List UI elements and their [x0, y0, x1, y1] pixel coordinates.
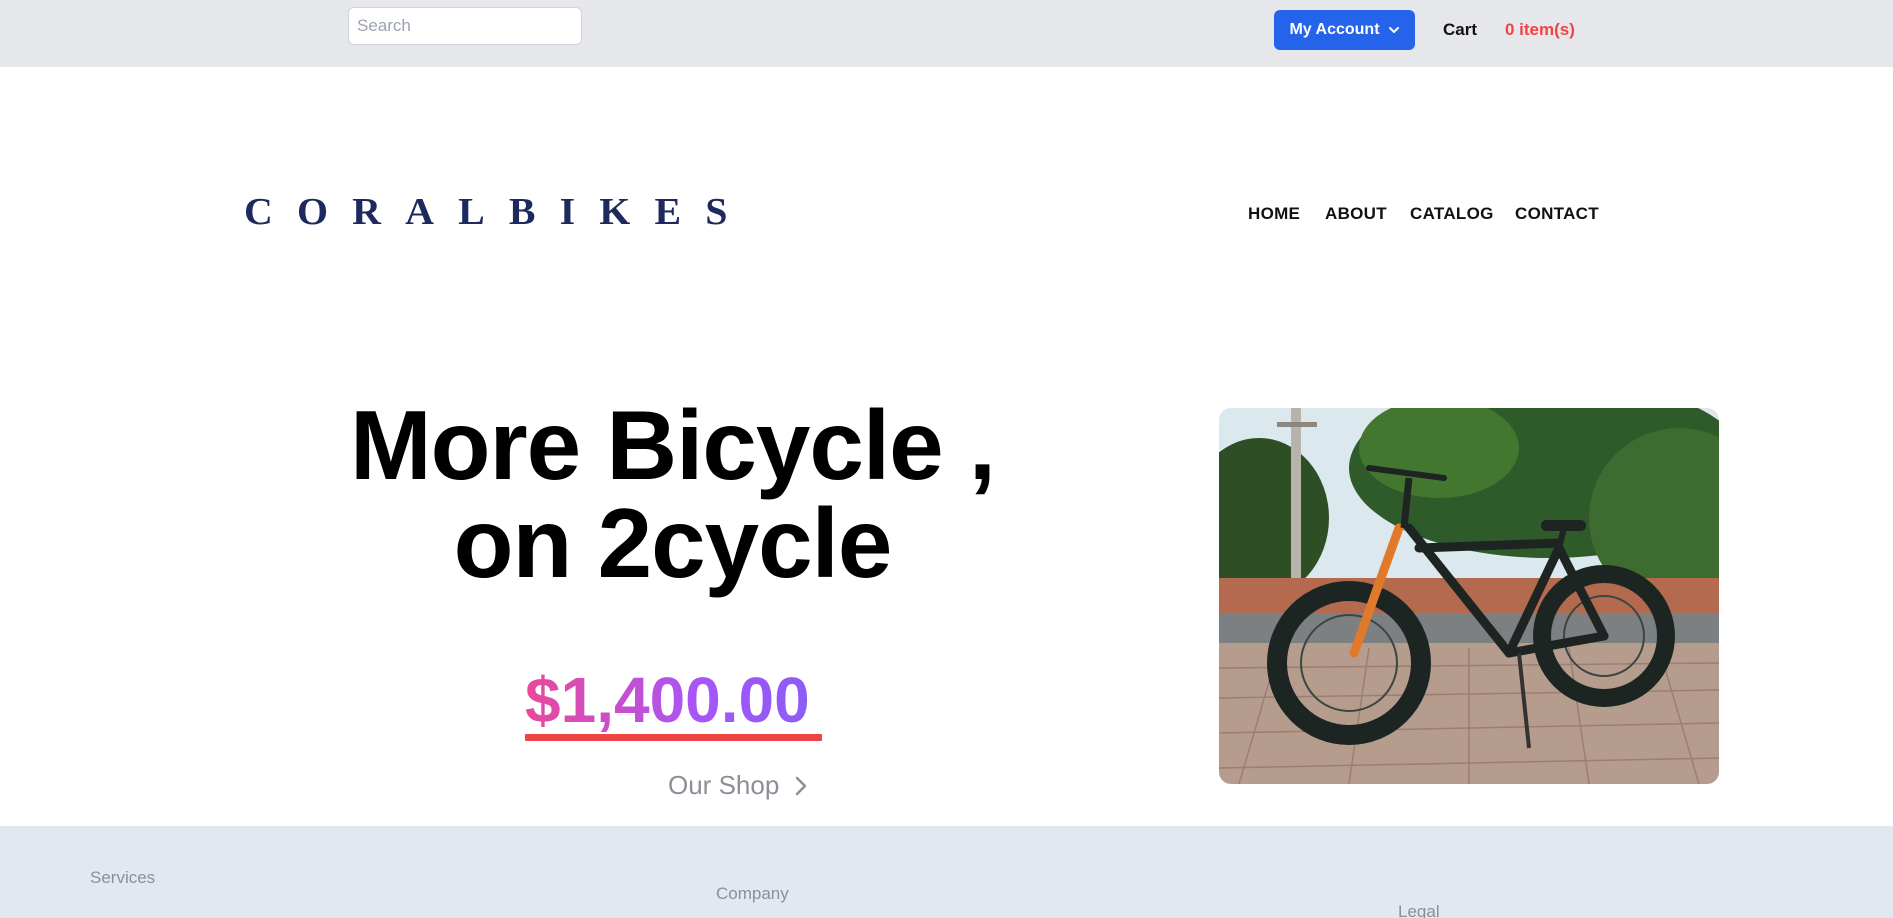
cart-count[interactable]: 0 item(s) — [1505, 20, 1575, 40]
search-input[interactable] — [348, 7, 582, 45]
my-account-button[interactable]: My Account — [1274, 10, 1415, 50]
hero-headline-line-1: More Bicycle , — [349, 390, 996, 500]
nav-home[interactable]: HOME — [1248, 204, 1300, 224]
footer: Services Company Legal — [0, 826, 1893, 918]
hero-price: $1,400.00 — [525, 664, 810, 736]
nav-contact[interactable]: CONTACT — [1515, 204, 1599, 224]
price-underline — [525, 734, 822, 741]
our-shop-link[interactable]: Our Shop — [668, 770, 809, 801]
footer-services-heading: Services — [90, 868, 156, 887]
our-shop-label: Our Shop — [668, 770, 780, 800]
hero-headline-line-2: on 2cycle — [453, 488, 893, 598]
cart-link[interactable]: Cart — [1443, 20, 1477, 40]
nav-about[interactable]: ABOUT — [1325, 204, 1387, 224]
brand-logo[interactable]: CORALBIKES — [244, 190, 752, 234]
hero-headline: More Bicycle , on 2cycle — [310, 396, 1035, 592]
footer-company-heading: Company — [716, 884, 789, 903]
top-bar: My Account Cart 0 item(s) — [0, 0, 1893, 67]
my-account-label: My Account — [1289, 21, 1380, 38]
chevron-down-icon — [1388, 27, 1399, 33]
hero-bike-image — [1219, 408, 1719, 784]
footer-legal-heading: Legal — [1398, 902, 1440, 918]
nav-catalog[interactable]: CATALOG — [1410, 204, 1494, 224]
chevron-right-icon — [796, 776, 807, 795]
